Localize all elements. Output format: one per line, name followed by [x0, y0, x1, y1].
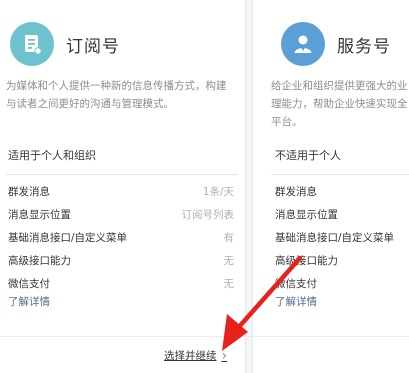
feature-row: 基础消息接口/自定义菜单 — [275, 226, 409, 249]
service-card: 服务号 给企业和组织提供更强大的业 理能力，帮助企业快速实现全 平台。 不适用于… — [252, 0, 409, 373]
feature-row: 群发消息 1条/天 — [8, 180, 234, 203]
feature-name: 群发消息 — [275, 186, 317, 198]
divider — [271, 174, 409, 175]
subscription-feature-list: 群发消息 1条/天 消息显示位置 订阅号列表 基础消息接口/自定义菜单 有 高级… — [8, 180, 234, 295]
chevron-right-icon: › — [221, 347, 228, 364]
feature-name: 高级接口能力 — [275, 255, 338, 267]
subscription-more-link[interactable]: 了解详情 — [8, 294, 50, 309]
service-description: 给企业和组织提供更强大的业 理能力，帮助企业快速实现全 平台。 — [271, 77, 409, 131]
feature-name: 基础消息接口/自定义菜单 — [8, 232, 128, 244]
feature-row: 群发消息 — [275, 180, 409, 203]
description-line: 给企业和组织提供更强大的业 — [271, 80, 408, 92]
feature-value: 1条/天 — [202, 186, 234, 198]
description-line: 平台。 — [271, 116, 303, 128]
description-line: 理能力，帮助企业快速实现全 — [271, 98, 408, 110]
service-title: 服务号 — [337, 36, 391, 57]
feature-name: 微信支付 — [8, 278, 50, 290]
divider — [6, 174, 238, 175]
feature-row: 微信支付 — [275, 272, 409, 295]
feature-value: 订阅号列表 — [181, 209, 235, 221]
document-icon — [10, 22, 54, 66]
feature-row: 消息显示位置 — [275, 203, 409, 226]
footer-divider — [0, 336, 409, 337]
subscription-title: 订阅号 — [66, 36, 120, 57]
feature-name: 微信支付 — [275, 278, 317, 290]
feature-name: 基础消息接口/自定义菜单 — [275, 232, 395, 244]
feature-value: 无 — [223, 278, 235, 290]
feature-name: 消息显示位置 — [275, 209, 338, 221]
feature-value: 有 — [223, 232, 235, 244]
service-feature-list: 群发消息 消息显示位置 基础消息接口/自定义菜单 高级接口能力 微信支付 — [275, 180, 409, 295]
subscription-card: 订阅号 为媒体和个人提供一种新的信息传播方式，构建与读者之间更好的沟通与管理模式… — [0, 0, 246, 373]
feature-row: 高级接口能力 无 — [8, 249, 234, 272]
subscription-scope: 适用于个人和组织 — [8, 149, 96, 162]
service-scope: 不适用于个人 — [275, 149, 341, 162]
feature-row: 微信支付 无 — [8, 272, 234, 295]
user-icon — [281, 22, 325, 66]
service-header: 服务号 — [281, 22, 391, 66]
subscription-description: 为媒体和个人提供一种新的信息传播方式，构建与读者之间更好的沟通与管理模式。 — [6, 80, 227, 110]
feature-name: 高级接口能力 — [8, 255, 71, 267]
feature-row: 消息显示位置 订阅号列表 — [8, 203, 234, 226]
service-more-link[interactable]: 了解详情 — [275, 294, 317, 309]
feature-name: 消息显示位置 — [8, 209, 71, 221]
feature-row: 高级接口能力 — [275, 249, 409, 272]
subscription-header: 订阅号 — [10, 22, 120, 66]
feature-name: 群发消息 — [8, 186, 50, 198]
feature-value: 无 — [223, 255, 235, 267]
select-continue-label: 选择并继续 — [164, 350, 217, 362]
select-continue-button[interactable]: 选择并继续 › — [164, 348, 227, 363]
feature-row: 基础消息接口/自定义菜单 有 — [8, 226, 234, 249]
